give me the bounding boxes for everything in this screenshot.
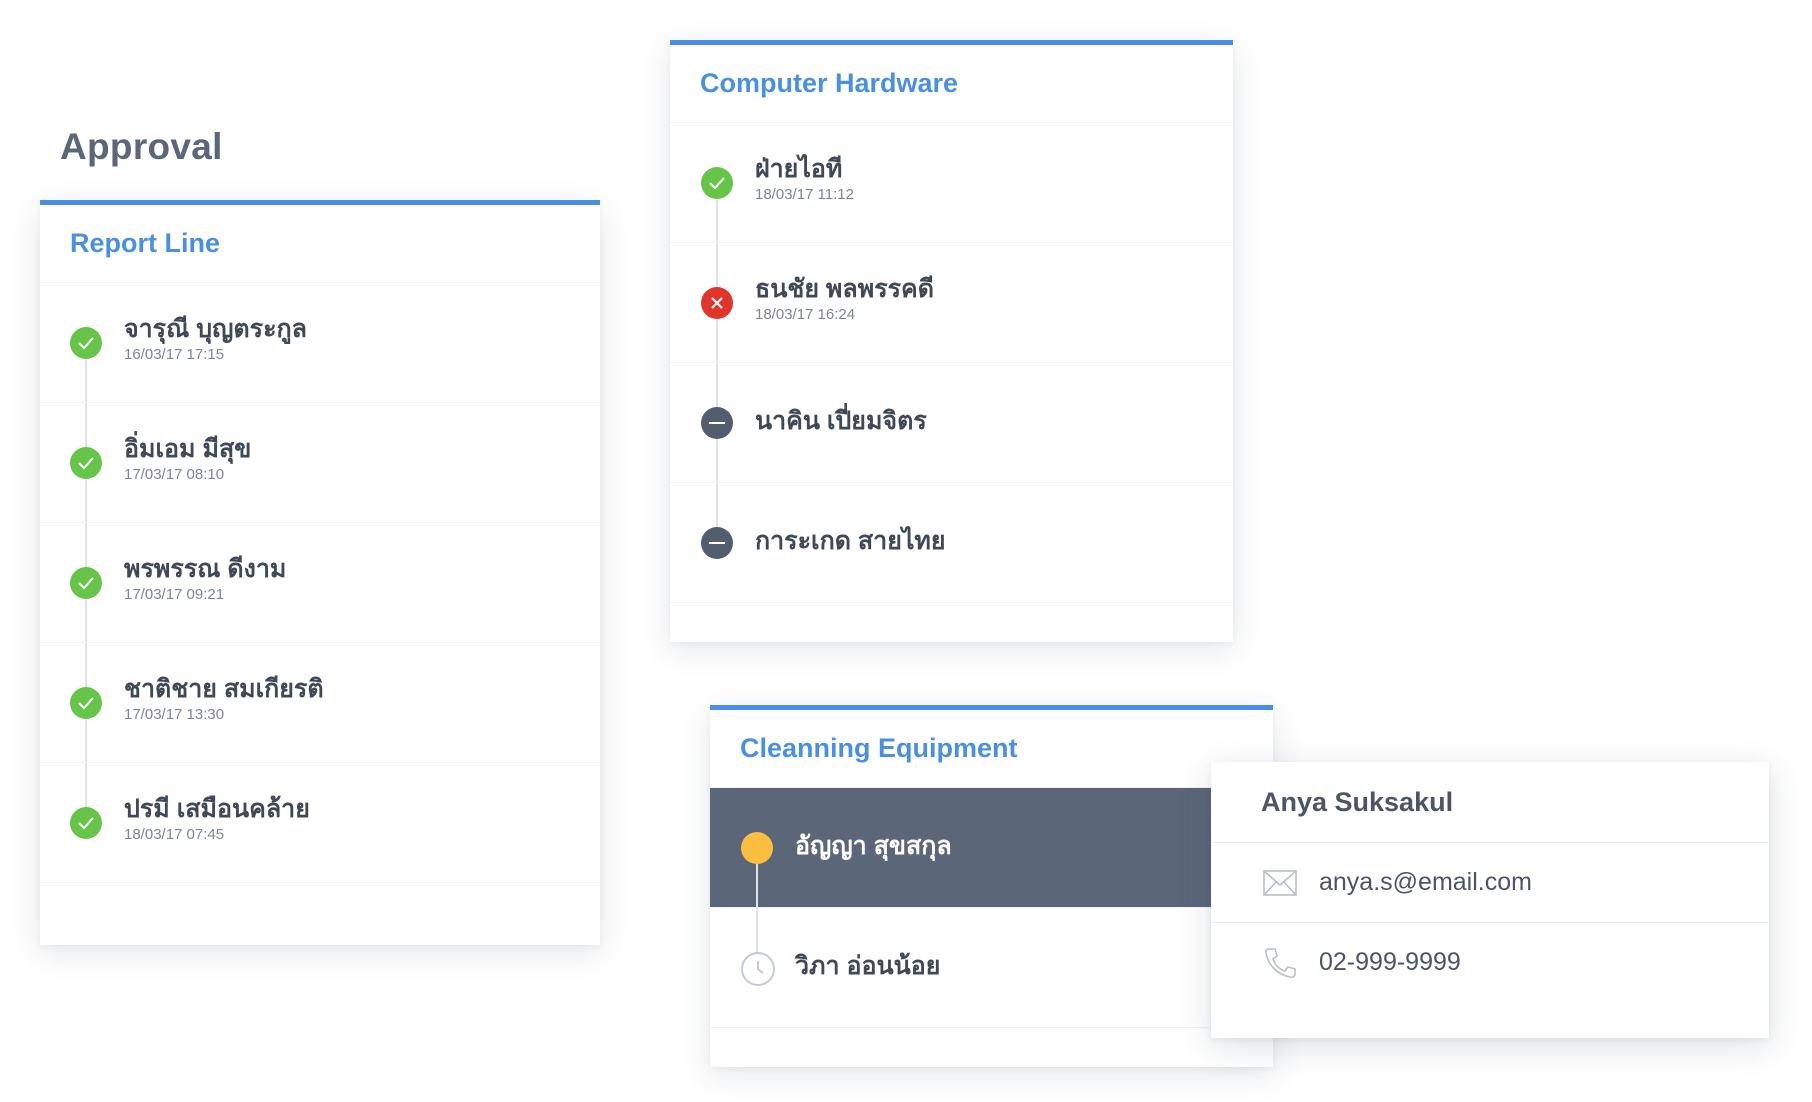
dot-circle-icon (741, 832, 773, 864)
contact-popup: Anya Suksakul anya.s@email.com 02-999-99… (1211, 762, 1769, 1038)
approver-name: ปรมี เสมือนคล้าย (124, 795, 310, 823)
approver-row[interactable]: พรพรรณ ดีงาม 17/03/17 09:21 (40, 523, 600, 643)
check-circle-icon (70, 447, 102, 479)
approval-timestamp: 17/03/17 13:30 (124, 706, 225, 723)
approver-row[interactable]: ปรมี เสมือนคล้าย 18/03/17 07:45 (40, 763, 600, 883)
timeline-connector (756, 848, 758, 968)
approver-row[interactable]: ชาติชาย สมเกียรติ 17/03/17 13:30 (40, 643, 600, 763)
report-line-timeline: จารุณี บุญตระกูล 16/03/17 17:15 อิ่มเอม … (40, 283, 600, 883)
cleaning-equipment-title: Cleanning Equipment (710, 710, 1273, 788)
approver-row[interactable]: การะเกด สายไทย (670, 483, 1233, 603)
envelope-icon (1263, 869, 1301, 896)
approver-name: ธนชัย พลพรรคดี (755, 275, 935, 303)
approval-timestamp: 18/03/17 16:24 (755, 306, 856, 323)
contact-email-row[interactable]: anya.s@email.com (1211, 843, 1769, 923)
approval-timestamp: 18/03/17 07:45 (124, 826, 225, 843)
approver-name: อัญญา สุขสกุล (795, 832, 952, 860)
approver-row[interactable]: อิ่มเอม มีสุข 17/03/17 08:10 (40, 403, 600, 523)
approver-name: พรพรรณ ดีงาม (124, 555, 287, 583)
approver-row[interactable]: ธนชัย พลพรรคดี 18/03/17 16:24 (670, 243, 1233, 363)
check-circle-icon (70, 807, 102, 839)
approver-name: ชาติชาย สมเกียรติ (124, 675, 324, 703)
contact-phone-row[interactable]: 02-999-9999 (1211, 923, 1769, 1002)
approver-row[interactable]: นาคิน เปี่ยมจิตร (670, 363, 1233, 483)
check-circle-icon (70, 687, 102, 719)
contact-name: Anya Suksakul (1211, 762, 1769, 843)
computer-hardware-timeline: ฝ่ายไอที 18/03/17 11:12 ธนชัย พลพรรคดี 1… (670, 123, 1233, 603)
report-line-title: Report Line (40, 205, 600, 283)
computer-hardware-title: Computer Hardware (670, 45, 1233, 123)
approver-name: อิ่มเอม มีสุข (124, 435, 252, 463)
approver-row[interactable]: จารุณี บุญตระกูล 16/03/17 17:15 (40, 283, 600, 403)
report-line-card: Report Line จารุณี บุญตระกูล 16/03/17 17… (40, 200, 600, 945)
approval-timestamp: 17/03/17 08:10 (124, 466, 225, 483)
phone-icon (1263, 947, 1301, 979)
check-circle-icon (701, 167, 733, 199)
contact-email[interactable]: anya.s@email.com (1319, 868, 1532, 897)
clock-icon (741, 952, 775, 986)
computer-hardware-card: Computer Hardware ฝ่ายไอที 18/03/17 11:1… (670, 40, 1233, 642)
approval-timestamp: 18/03/17 11:12 (755, 186, 854, 203)
approval-timestamp: 17/03/17 09:21 (124, 586, 225, 603)
check-circle-icon (70, 567, 102, 599)
approver-name: จารุณี บุญตระกูล (124, 315, 307, 343)
minus-circle-icon (701, 407, 733, 439)
approver-row[interactable]: วิภา อ่อนน้อย (710, 908, 1273, 1028)
approver-name: วิภา อ่อนน้อย (795, 952, 941, 980)
approver-name: นาคิน เปี่ยมจิตร (755, 407, 927, 435)
x-circle-icon (701, 287, 733, 319)
approver-row-active[interactable]: อัญญา สุขสกุล (710, 788, 1273, 908)
minus-circle-icon (701, 527, 733, 559)
approver-name: ฝ่ายไอที (755, 155, 843, 183)
cleaning-equipment-timeline: อัญญา สุขสกุล วิภา อ่อนน้อย (710, 788, 1273, 1028)
approver-row[interactable]: ฝ่ายไอที 18/03/17 11:12 (670, 123, 1233, 243)
check-circle-icon (70, 327, 102, 359)
page-title: Approval (60, 126, 223, 167)
approver-name: การะเกด สายไทย (755, 527, 946, 555)
approval-timestamp: 16/03/17 17:15 (124, 346, 225, 363)
contact-phone[interactable]: 02-999-9999 (1319, 948, 1461, 977)
cleaning-equipment-card: Cleanning Equipment อัญญา สุขสกุล วิภา อ… (710, 705, 1273, 1067)
